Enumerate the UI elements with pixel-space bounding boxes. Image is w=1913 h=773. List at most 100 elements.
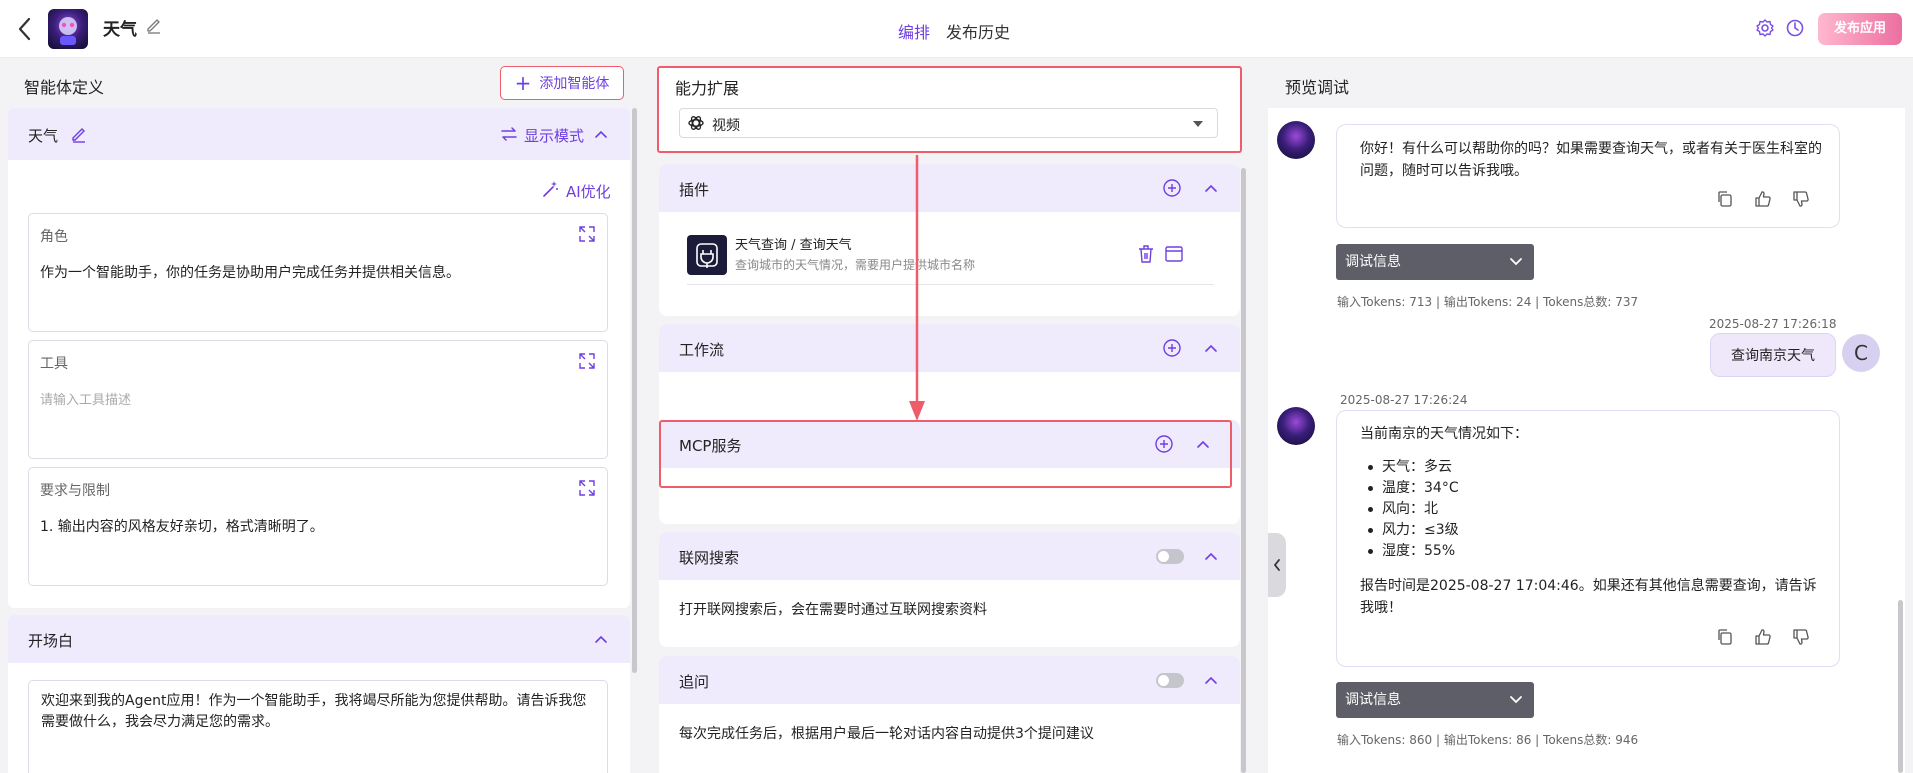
add-agent-button[interactable]: + 添加智能体 bbox=[500, 66, 624, 100]
bot-message-intro: 当前南京的天气情况如下： bbox=[1360, 426, 1528, 442]
user-avatar: C bbox=[1842, 334, 1880, 372]
requirements-field[interactable]: 要求与限制 1. 输出内容的风格友好亲切，格式清晰明了。 bbox=[28, 467, 608, 586]
model-select[interactable]: 视频 bbox=[679, 108, 1218, 138]
list-item: 天气：多云 bbox=[1368, 457, 1459, 478]
message-actions bbox=[1716, 190, 1810, 208]
copy-icon[interactable] bbox=[1716, 190, 1734, 208]
weather-list: 天气：多云 温度：34°C 风向：北 风力：≤3级 湿度：55% bbox=[1368, 457, 1459, 562]
debug-info-toggle[interactable]: 调试信息 bbox=[1336, 682, 1534, 718]
back-arrow-icon[interactable] bbox=[14, 16, 36, 42]
message-timestamp: 2025-08-27 17:26:24 bbox=[1340, 393, 1468, 407]
copy-icon[interactable] bbox=[1716, 628, 1734, 646]
edit-pencil-icon[interactable] bbox=[70, 125, 88, 143]
plugin-section: 插件 天气查询 / 查询天气 查询城市的天气情况，需要用户提供城市名称 bbox=[659, 164, 1240, 316]
bot-avatar bbox=[1277, 407, 1315, 445]
capability-extension-box: 能力扩展 视频 bbox=[657, 66, 1242, 153]
opening-title: 开场白 bbox=[28, 632, 74, 650]
plugin-description: 查询城市的天气情况，需要用户提供城市名称 bbox=[735, 258, 976, 272]
divider bbox=[687, 284, 1214, 285]
thumbs-down-icon[interactable] bbox=[1792, 190, 1810, 208]
swap-arrows-icon[interactable] bbox=[500, 125, 518, 143]
role-label: 角色 bbox=[40, 229, 68, 245]
plugin-icon bbox=[687, 235, 727, 275]
chevron-down-icon bbox=[1510, 696, 1522, 704]
thumbs-down-icon[interactable] bbox=[1792, 628, 1810, 646]
requirements-value: 1. 输出内容的风格友好亲切，格式清晰明了。 bbox=[40, 519, 324, 535]
opening-header: 开场白 bbox=[8, 615, 630, 663]
tool-placeholder: 请输入工具描述 bbox=[40, 393, 132, 408]
token-usage: 输入Tokens: 713 | 输出Tokens: 24 | Tokens总数:… bbox=[1337, 295, 1639, 309]
chevron-left-icon bbox=[1273, 559, 1280, 571]
middle-scrollbar[interactable] bbox=[1241, 168, 1246, 773]
tool-field[interactable]: 工具 请输入工具描述 bbox=[28, 340, 608, 459]
web-search-description: 打开联网搜索后，会在需要时通过互联网搜索资料 bbox=[679, 602, 987, 618]
capability-title: 能力扩展 bbox=[675, 79, 740, 98]
publish-app-button[interactable]: 发布应用 bbox=[1818, 13, 1902, 45]
role-field[interactable]: 角色 作为一个智能助手，你的任务是协助用户完成任务并提供相关信息。 bbox=[28, 213, 608, 332]
model-select-value: 视频 bbox=[712, 118, 740, 134]
trash-icon[interactable] bbox=[1137, 244, 1155, 264]
workflow-title: 工作流 bbox=[679, 341, 725, 359]
chevron-up-icon[interactable] bbox=[593, 631, 609, 647]
list-item: 温度：34°C bbox=[1368, 478, 1459, 499]
expand-icon[interactable] bbox=[578, 479, 596, 497]
chevron-up-icon[interactable] bbox=[1203, 340, 1219, 356]
follow-up-description: 每次完成任务后，根据用户最后一轮对话内容自动提供3个提问建议 bbox=[679, 726, 1094, 742]
plugin-header: 插件 bbox=[659, 164, 1240, 212]
caret-down-icon bbox=[1192, 119, 1204, 129]
role-value: 作为一个智能助手，你的任务是协助用户完成任务并提供相关信息。 bbox=[40, 265, 460, 281]
chevron-up-icon[interactable] bbox=[1203, 548, 1219, 564]
workflow-header: 工作流 bbox=[659, 324, 1240, 372]
agent-card-header: 天气 显示模式 bbox=[8, 108, 630, 160]
web-search-title: 联网搜索 bbox=[679, 549, 740, 567]
chevron-down-icon bbox=[1510, 258, 1522, 266]
debug-info-toggle[interactable]: 调试信息 bbox=[1336, 244, 1534, 280]
collapse-panel-button[interactable] bbox=[1268, 533, 1286, 597]
debug-info-label: 调试信息 bbox=[1345, 254, 1401, 270]
add-circle-icon[interactable] bbox=[1162, 178, 1182, 198]
ai-optimize-button[interactable]: AI优化 bbox=[566, 181, 611, 202]
magic-wand-icon[interactable] bbox=[541, 180, 559, 198]
right-scrollbar[interactable] bbox=[1898, 600, 1903, 773]
list-item: 风力：≤3级 bbox=[1368, 520, 1459, 541]
list-item: 风向：北 bbox=[1368, 499, 1459, 520]
tab-publish-history[interactable]: 发布历史 bbox=[946, 19, 1010, 43]
add-circle-icon[interactable] bbox=[1162, 338, 1182, 358]
settings-gear-icon[interactable] bbox=[1755, 18, 1775, 38]
web-search-header: 联网搜索 bbox=[659, 532, 1240, 580]
app-avatar bbox=[48, 9, 88, 49]
requirements-label: 要求与限制 bbox=[40, 483, 110, 499]
chevron-up-icon[interactable] bbox=[593, 126, 609, 142]
tab-arrange[interactable]: 编排 bbox=[898, 19, 930, 43]
follow-up-toggle[interactable] bbox=[1156, 673, 1184, 688]
thumbs-up-icon[interactable] bbox=[1754, 190, 1772, 208]
tool-label: 工具 bbox=[40, 356, 68, 372]
opening-textarea[interactable]: 欢迎来到我的Agent应用！作为一个智能助手，我将竭尽所能为您提供帮助。请告诉我… bbox=[28, 680, 608, 773]
chevron-up-icon[interactable] bbox=[1203, 672, 1219, 688]
chevron-up-icon[interactable] bbox=[1203, 180, 1219, 196]
debug-info-label: 调试信息 bbox=[1345, 692, 1401, 708]
list-item: 湿度：55% bbox=[1368, 541, 1459, 562]
user-message-bubble: 查询南京天气 bbox=[1710, 333, 1836, 377]
add-agent-label: 添加智能体 bbox=[539, 76, 610, 92]
display-mode-toggle[interactable]: 显示模式 bbox=[524, 125, 584, 146]
top-bar: 天气 编排 发布历史 发布应用 bbox=[0, 0, 1913, 58]
expand-icon[interactable] bbox=[578, 225, 596, 243]
openai-icon bbox=[687, 114, 705, 132]
follow-up-title: 追问 bbox=[679, 673, 710, 691]
left-scrollbar[interactable] bbox=[632, 108, 637, 673]
web-search-section: 联网搜索 打开联网搜索后，会在需要时通过互联网搜索资料 bbox=[659, 532, 1240, 647]
thumbs-up-icon[interactable] bbox=[1754, 628, 1772, 646]
bot-avatar bbox=[1277, 121, 1315, 159]
expand-icon[interactable] bbox=[578, 352, 596, 370]
bot-message-outro: 报告时间是2025-08-27 17:04:46。如果还有其他信息需要查询，请告… bbox=[1360, 578, 1817, 616]
history-clock-icon[interactable] bbox=[1785, 18, 1805, 38]
agent-card: 天气 显示模式 AI优化 角色 作为一个智能助手，你的任务是协助用户完成任务并提… bbox=[8, 108, 630, 608]
plugin-name: 天气查询 / 查询天气 bbox=[735, 238, 852, 253]
agent-definition-title: 智能体定义 bbox=[24, 78, 105, 97]
edit-pencil-icon[interactable] bbox=[145, 16, 163, 34]
card-view-icon[interactable] bbox=[1164, 245, 1184, 263]
web-search-toggle[interactable] bbox=[1156, 549, 1184, 564]
mcp-highlight-border bbox=[659, 420, 1232, 488]
plugin-title: 插件 bbox=[679, 181, 710, 199]
